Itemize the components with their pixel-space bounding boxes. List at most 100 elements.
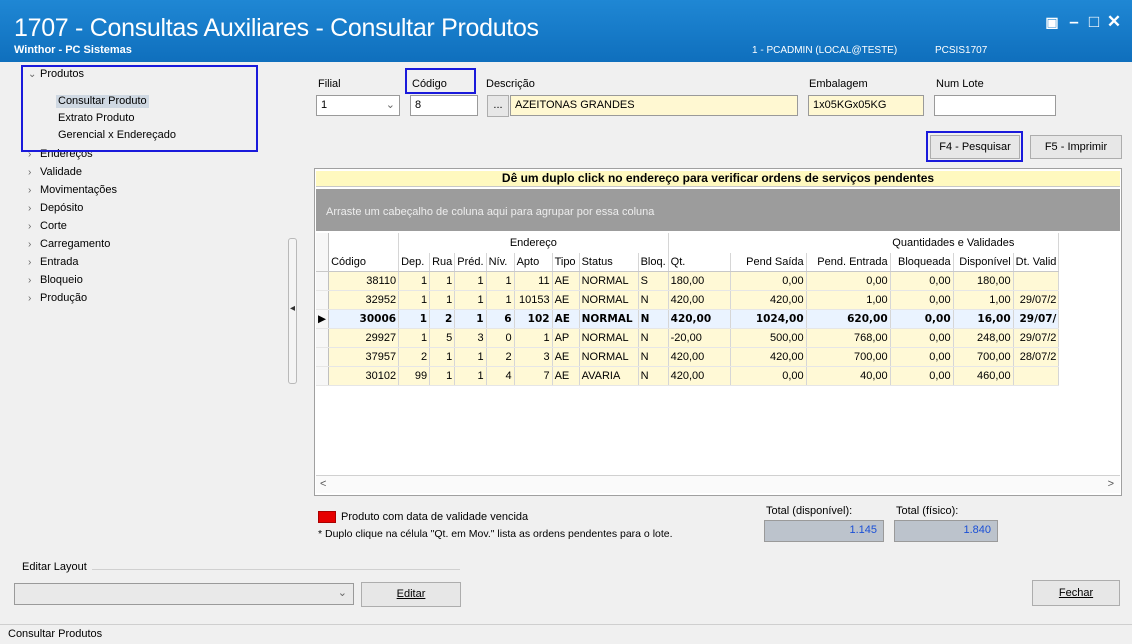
table-row[interactable]: 37957 2 1 1 2 3 AE NORMAL N 420,00 420,00 700,00 0,0… <box>316 347 1060 367</box>
table-cell[interactable]: 460,00 <box>953 366 1014 386</box>
table-cell[interactable]: 0,00 <box>890 309 954 329</box>
column-header[interactable]: Rua <box>429 253 456 272</box>
table-row[interactable]: 38110 1 1 1 1 11 AE NORMAL S 180,00 0,00 0,00 0,00 18… <box>316 271 1060 291</box>
close-icon[interactable]: ✕ <box>1104 12 1124 32</box>
table-cell[interactable]: 420,00 <box>668 347 731 367</box>
table-cell[interactable]: 1 <box>486 290 515 310</box>
table-cell[interactable]: N <box>638 366 669 386</box>
chevron-right-icon[interactable]: › <box>28 220 40 233</box>
column-header[interactable]: Código <box>328 253 400 272</box>
table-cell[interactable]: 1 <box>454 366 487 386</box>
table-cell[interactable]: 0,00 <box>890 290 954 310</box>
table-cell[interactable]: 29/07/2 <box>1013 328 1060 348</box>
table-cell[interactable]: 700,00 <box>806 347 891 367</box>
chevron-right-icon[interactable]: › <box>28 202 40 215</box>
table-cell[interactable]: 500,00 <box>730 328 807 348</box>
table-cell[interactable]: 1 <box>398 309 431 329</box>
table-cell[interactable]: 0,00 <box>806 271 891 291</box>
chevron-right-icon[interactable]: › <box>28 256 40 269</box>
chevron-right-icon[interactable]: › <box>28 238 40 251</box>
table-cell[interactable]: 29/07/2 <box>1013 290 1060 310</box>
row-indicator[interactable] <box>316 271 330 291</box>
table-cell[interactable]: 0,00 <box>890 271 954 291</box>
table-cell[interactable]: 1 <box>486 271 515 291</box>
table-cell[interactable]: 102 <box>514 309 553 329</box>
table-cell[interactable]: NORMAL <box>579 347 639 367</box>
table-cell[interactable]: NORMAL <box>579 328 639 348</box>
table-cell[interactable]: 1 <box>429 347 456 367</box>
table-cell[interactable]: 2 <box>429 309 456 329</box>
tree-item-corte[interactable]: › Corte <box>28 220 67 233</box>
table-cell[interactable]: 420,00 <box>668 309 731 329</box>
column-header[interactable]: Préd. <box>454 253 487 272</box>
row-indicator-icon[interactable]: ▶ <box>316 309 330 329</box>
table-cell[interactable] <box>1013 366 1060 386</box>
table-cell[interactable]: 620,00 <box>806 309 891 329</box>
table-cell[interactable] <box>1013 271 1060 291</box>
table-cell[interactable]: 1 <box>429 366 456 386</box>
chevron-right-icon[interactable]: › <box>28 274 40 287</box>
chevron-down-icon[interactable]: ⌄ <box>338 586 347 599</box>
column-header[interactable]: Pend. Entrada <box>806 253 891 272</box>
table-cell[interactable]: 30006 <box>328 309 400 329</box>
table-cell[interactable]: 32952 <box>328 290 400 310</box>
table-cell[interactable]: N <box>638 347 669 367</box>
table-cell[interactable]: 0,00 <box>890 328 954 348</box>
table-row[interactable]: ▶ 30006 1 2 1 6 102 AE NORMAL N 420,00 1024,00 620,0… <box>316 309 1060 329</box>
table-cell[interactable]: 37957 <box>328 347 400 367</box>
table-cell[interactable]: AP <box>552 328 580 348</box>
table-cell[interactable]: 2 <box>486 347 515 367</box>
table-row[interactable]: 30102 99 1 1 4 7 AE AVARIA N 420,00 0,00 40,00 0,00 4… <box>316 366 1060 386</box>
table-cell[interactable]: 29927 <box>328 328 400 348</box>
group-by-area[interactable]: Arraste um cabeçalho de coluna aqui para… <box>316 189 1120 231</box>
column-header[interactable]: Bloqueada <box>890 253 954 272</box>
table-cell[interactable]: 30102 <box>328 366 400 386</box>
table-cell[interactable]: 1,00 <box>953 290 1014 310</box>
table-cell[interactable]: 420,00 <box>730 347 807 367</box>
restore-icon[interactable]: ▣ <box>1042 12 1062 32</box>
row-indicator[interactable] <box>316 290 330 310</box>
table-cell[interactable]: 768,00 <box>806 328 891 348</box>
column-header[interactable]: Apto <box>514 253 553 272</box>
table-cell[interactable]: 7 <box>514 366 553 386</box>
table-cell[interactable]: 420,00 <box>730 290 807 310</box>
tree-item-bloqueio[interactable]: › Bloqueio <box>28 274 83 287</box>
table-cell[interactable]: 0,00 <box>890 366 954 386</box>
column-header[interactable]: Status <box>579 253 639 272</box>
table-cell[interactable]: 420,00 <box>668 290 731 310</box>
table-cell[interactable]: N <box>638 290 669 310</box>
tree-item-entrada[interactable]: › Entrada <box>28 256 79 269</box>
chevron-right-icon[interactable]: › <box>28 166 40 179</box>
chevron-down-icon[interactable]: ⌄ <box>386 98 395 111</box>
table-cell[interactable]: 180,00 <box>953 271 1014 291</box>
row-indicator[interactable] <box>316 328 330 348</box>
table-cell[interactable]: AVARIA <box>579 366 639 386</box>
table-cell[interactable]: 1 <box>454 290 487 310</box>
tree-item-deposito[interactable]: › Depósito <box>28 202 83 215</box>
table-cell[interactable]: 2 <box>398 347 431 367</box>
table-cell[interactable]: 1 <box>454 309 487 329</box>
column-header[interactable]: Qt. <box>668 253 731 272</box>
row-indicator[interactable] <box>316 347 330 367</box>
table-cell[interactable]: 248,00 <box>953 328 1014 348</box>
column-chooser-icon[interactable] <box>316 253 330 272</box>
table-cell[interactable]: S <box>638 271 669 291</box>
descricao-input[interactable]: AZEITONAS GRANDES <box>510 95 798 116</box>
table-cell[interactable]: 700,00 <box>953 347 1014 367</box>
table-cell[interactable]: 3 <box>454 328 487 348</box>
table-cell[interactable]: 6 <box>486 309 515 329</box>
row-indicator[interactable] <box>316 366 330 386</box>
table-cell[interactable]: N <box>638 309 669 329</box>
column-header[interactable]: Tipo <box>552 253 580 272</box>
column-header[interactable]: Dep. <box>398 253 431 272</box>
table-cell[interactable]: AE <box>552 347 580 367</box>
tree-item-validade[interactable]: › Validade <box>28 166 82 179</box>
table-cell[interactable]: 11 <box>514 271 553 291</box>
minimize-icon[interactable]: – <box>1064 12 1084 32</box>
tree-item-carregamento[interactable]: › Carregamento <box>28 238 110 251</box>
tree-item-producao[interactable]: › Produção <box>28 292 87 305</box>
column-header[interactable]: Bloq. <box>638 253 669 272</box>
table-cell[interactable]: 29/07/ <box>1013 309 1060 329</box>
collapse-panel-icon[interactable]: ◂ <box>290 303 295 314</box>
descricao-lookup-button[interactable]: ... <box>487 95 509 117</box>
